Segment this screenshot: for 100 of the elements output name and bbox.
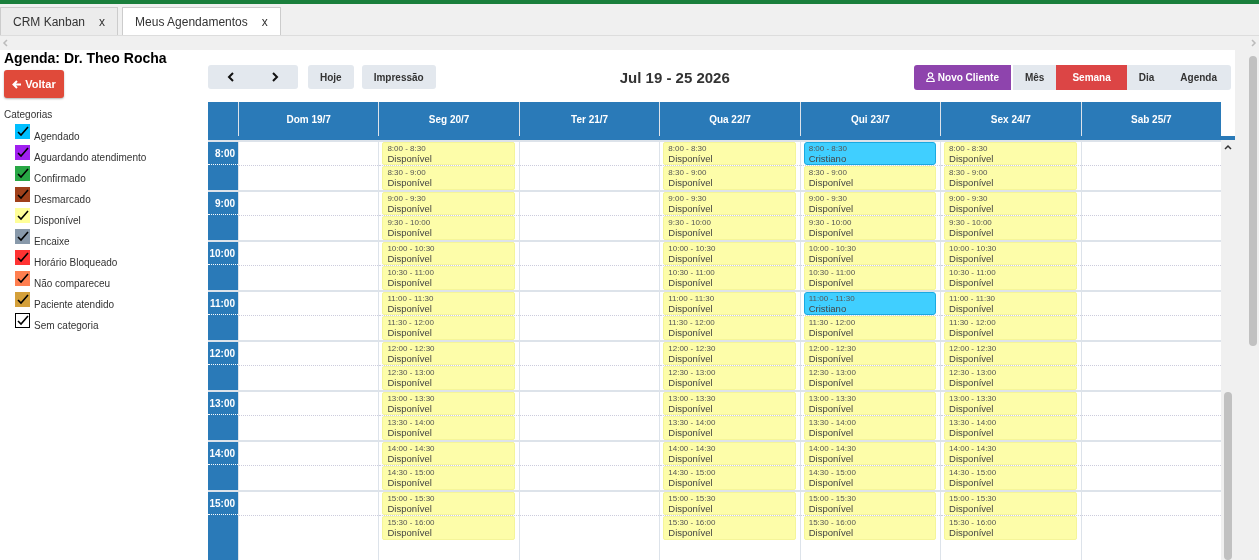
scrollbar[interactable] bbox=[1221, 140, 1235, 560]
available-slot[interactable]: 15:00 - 15:30 Disponível bbox=[944, 492, 1077, 515]
view-tab[interactable]: Mês bbox=[1012, 64, 1057, 90]
category-checkbox[interactable] bbox=[15, 208, 30, 223]
available-slot[interactable]: 13:00 - 13:30 Disponível bbox=[944, 392, 1077, 415]
available-slot[interactable]: 9:30 - 10:00 Disponível bbox=[382, 216, 515, 240]
available-slot[interactable]: 8:30 - 9:00 Disponível bbox=[382, 166, 515, 190]
available-slot[interactable]: 12:00 - 12:30 Disponível bbox=[382, 342, 515, 365]
available-slot[interactable]: 14:00 - 14:30 Disponível bbox=[382, 442, 515, 465]
available-slot[interactable]: 11:00 - 11:30 Disponível bbox=[663, 292, 796, 315]
slot-time: 12:30 - 13:00 bbox=[949, 368, 998, 378]
category-checkbox[interactable] bbox=[15, 145, 30, 160]
available-slot[interactable]: 11:30 - 12:00 Disponível bbox=[803, 316, 937, 340]
appointment-event[interactable]: 8:00 - 8:30 Cristiano bbox=[803, 142, 937, 165]
available-slot[interactable]: 13:00 - 13:30 Disponível bbox=[663, 392, 796, 415]
available-slot[interactable]: 15:00 - 15:30 Disponível bbox=[663, 492, 796, 515]
category-checkbox[interactable] bbox=[15, 271, 30, 286]
available-slot[interactable]: 12:30 - 13:00 Disponível bbox=[663, 366, 796, 390]
slot-time: 13:00 - 13:30 bbox=[808, 393, 857, 404]
available-slot[interactable]: 10:30 - 11:00 Disponível bbox=[663, 266, 796, 290]
view-tab[interactable]: Agenda bbox=[1166, 64, 1231, 90]
available-slot[interactable]: 8:30 - 9:00 Disponível bbox=[944, 166, 1077, 190]
today-button[interactable]: Hoje bbox=[308, 65, 354, 89]
available-slot[interactable]: 9:00 - 9:30 Disponível bbox=[944, 192, 1077, 215]
category-checkbox[interactable] bbox=[15, 187, 30, 202]
available-slot[interactable]: 12:00 - 12:30 Disponível bbox=[944, 342, 1077, 365]
new-client-button[interactable]: Novo Cliente bbox=[913, 64, 1011, 90]
slot-label: Disponível bbox=[387, 353, 433, 364]
available-slot[interactable]: 10:00 - 10:30 Disponível bbox=[803, 242, 937, 265]
chevron-left-icon[interactable] bbox=[2, 39, 8, 47]
close-button[interactable]: x bbox=[99, 14, 106, 29]
category-checkbox[interactable] bbox=[15, 229, 30, 244]
tab[interactable]: CRM Kanban x bbox=[0, 7, 119, 35]
available-slot[interactable]: 12:30 - 13:00 Disponível bbox=[382, 366, 515, 390]
available-slot[interactable]: 9:30 - 10:00 Disponível bbox=[944, 216, 1077, 240]
category-checkbox[interactable] bbox=[15, 124, 30, 139]
available-slot[interactable]: 8:30 - 9:00 Disponível bbox=[663, 166, 796, 190]
available-slot[interactable]: 14:30 - 15:00 Disponível bbox=[663, 466, 796, 490]
category-label: Aguardando atendimento bbox=[34, 151, 147, 163]
category-checkbox[interactable] bbox=[15, 250, 30, 265]
hour-label: 11:00 bbox=[209, 297, 235, 309]
tab[interactable]: Meus Agendamentos x bbox=[122, 7, 281, 35]
scrollbar-thumb[interactable] bbox=[1224, 392, 1232, 560]
scrollbar-thumb[interactable] bbox=[1249, 56, 1257, 346]
category-checkbox[interactable] bbox=[15, 166, 30, 181]
available-slot[interactable]: 8:30 - 9:00 Disponível bbox=[803, 166, 937, 190]
available-slot[interactable]: 11:30 - 12:00 Disponível bbox=[663, 316, 796, 340]
slot-time: 11:30 - 12:00 bbox=[949, 318, 997, 328]
appointment-event[interactable]: 11:00 - 11:30 Cristiano bbox=[803, 292, 937, 315]
available-slot[interactable]: 15:30 - 16:00 Disponível bbox=[663, 516, 796, 540]
slot-time: 10:00 - 10:30 bbox=[387, 243, 436, 254]
available-slot[interactable]: 15:30 - 16:00 Disponível bbox=[803, 516, 937, 540]
available-slot[interactable]: 9:00 - 9:30 Disponível bbox=[803, 192, 937, 215]
available-slot[interactable]: 12:30 - 13:00 Disponível bbox=[944, 366, 1077, 390]
available-slot[interactable]: 13:00 - 13:30 Disponível bbox=[382, 392, 515, 415]
available-slot[interactable]: 15:30 - 16:00 Disponível bbox=[944, 516, 1077, 540]
available-slot[interactable]: 11:00 - 11:30 Disponível bbox=[382, 292, 515, 315]
available-slot[interactable]: 12:00 - 12:30 Disponível bbox=[663, 342, 796, 365]
available-slot[interactable]: 9:30 - 10:00 Disponível bbox=[803, 216, 937, 240]
available-slot[interactable]: 9:30 - 10:00 Disponível bbox=[663, 216, 796, 240]
available-slot[interactable]: 9:00 - 9:30 Disponível bbox=[382, 192, 515, 215]
available-slot[interactable]: 13:30 - 14:00 Disponível bbox=[382, 416, 515, 440]
available-slot[interactable]: 10:30 - 11:00 Disponível bbox=[803, 266, 937, 290]
print-button[interactable]: Impressão bbox=[361, 65, 436, 89]
slot-label: Disponível bbox=[668, 203, 714, 214]
available-slot[interactable]: 15:00 - 15:30 Disponível bbox=[803, 492, 937, 515]
available-slot[interactable]: 15:00 - 15:30 Disponível bbox=[382, 492, 515, 515]
available-slot[interactable]: 14:30 - 15:00 Disponível bbox=[803, 466, 937, 490]
available-slot[interactable]: 13:30 - 14:00 Disponível bbox=[944, 416, 1077, 440]
available-slot[interactable]: 8:00 - 8:30 Disponível bbox=[382, 142, 515, 165]
back-button[interactable]: Voltar bbox=[4, 70, 64, 98]
available-slot[interactable]: 11:00 - 11:30 Disponível bbox=[944, 292, 1077, 315]
available-slot[interactable]: 9:00 - 9:30 Disponível bbox=[663, 192, 796, 215]
available-slot[interactable]: 12:30 - 13:00 Disponível bbox=[803, 366, 937, 390]
available-slot[interactable]: 8:00 - 8:30 Disponível bbox=[663, 142, 796, 165]
category-checkbox[interactable] bbox=[15, 292, 30, 307]
available-slot[interactable]: 11:30 - 12:00 Disponível bbox=[944, 316, 1077, 340]
available-slot[interactable]: 10:30 - 11:00 Disponível bbox=[382, 266, 515, 290]
available-slot[interactable]: 13:30 - 14:00 Disponível bbox=[663, 416, 796, 440]
available-slot[interactable]: 8:00 - 8:30 Disponível bbox=[944, 142, 1077, 165]
view-tab[interactable]: Dia bbox=[1126, 64, 1167, 90]
available-slot[interactable]: 11:30 - 12:00 Disponível bbox=[382, 316, 515, 340]
available-slot[interactable]: 15:30 - 16:00 Disponível bbox=[382, 516, 515, 540]
available-slot[interactable]: 14:00 - 14:30 Disponível bbox=[803, 442, 937, 465]
available-slot[interactable]: 10:30 - 11:00 Disponível bbox=[944, 266, 1077, 290]
available-slot[interactable]: 10:00 - 10:30 Disponível bbox=[382, 242, 515, 265]
category-checkbox[interactable] bbox=[15, 313, 30, 328]
available-slot[interactable]: 14:30 - 15:00 Disponível bbox=[944, 466, 1077, 490]
available-slot[interactable]: 13:30 - 14:00 Disponível bbox=[803, 416, 937, 440]
available-slot[interactable]: 10:00 - 10:30 Disponível bbox=[944, 242, 1077, 265]
available-slot[interactable]: 13:00 - 13:30 Disponível bbox=[803, 392, 937, 415]
chevron-up-icon[interactable] bbox=[1224, 144, 1232, 150]
available-slot[interactable]: 14:00 - 14:30 Disponível bbox=[944, 442, 1077, 465]
chevron-right-icon[interactable] bbox=[1251, 39, 1257, 47]
close-button[interactable]: x bbox=[261, 14, 268, 29]
available-slot[interactable]: 14:00 - 14:30 Disponível bbox=[663, 442, 796, 465]
available-slot[interactable]: 10:00 - 10:30 Disponível bbox=[663, 242, 796, 265]
view-tab[interactable]: Semana bbox=[1056, 64, 1127, 90]
available-slot[interactable]: 12:00 - 12:30 Disponível bbox=[803, 342, 937, 365]
available-slot[interactable]: 14:30 - 15:00 Disponível bbox=[382, 466, 515, 490]
